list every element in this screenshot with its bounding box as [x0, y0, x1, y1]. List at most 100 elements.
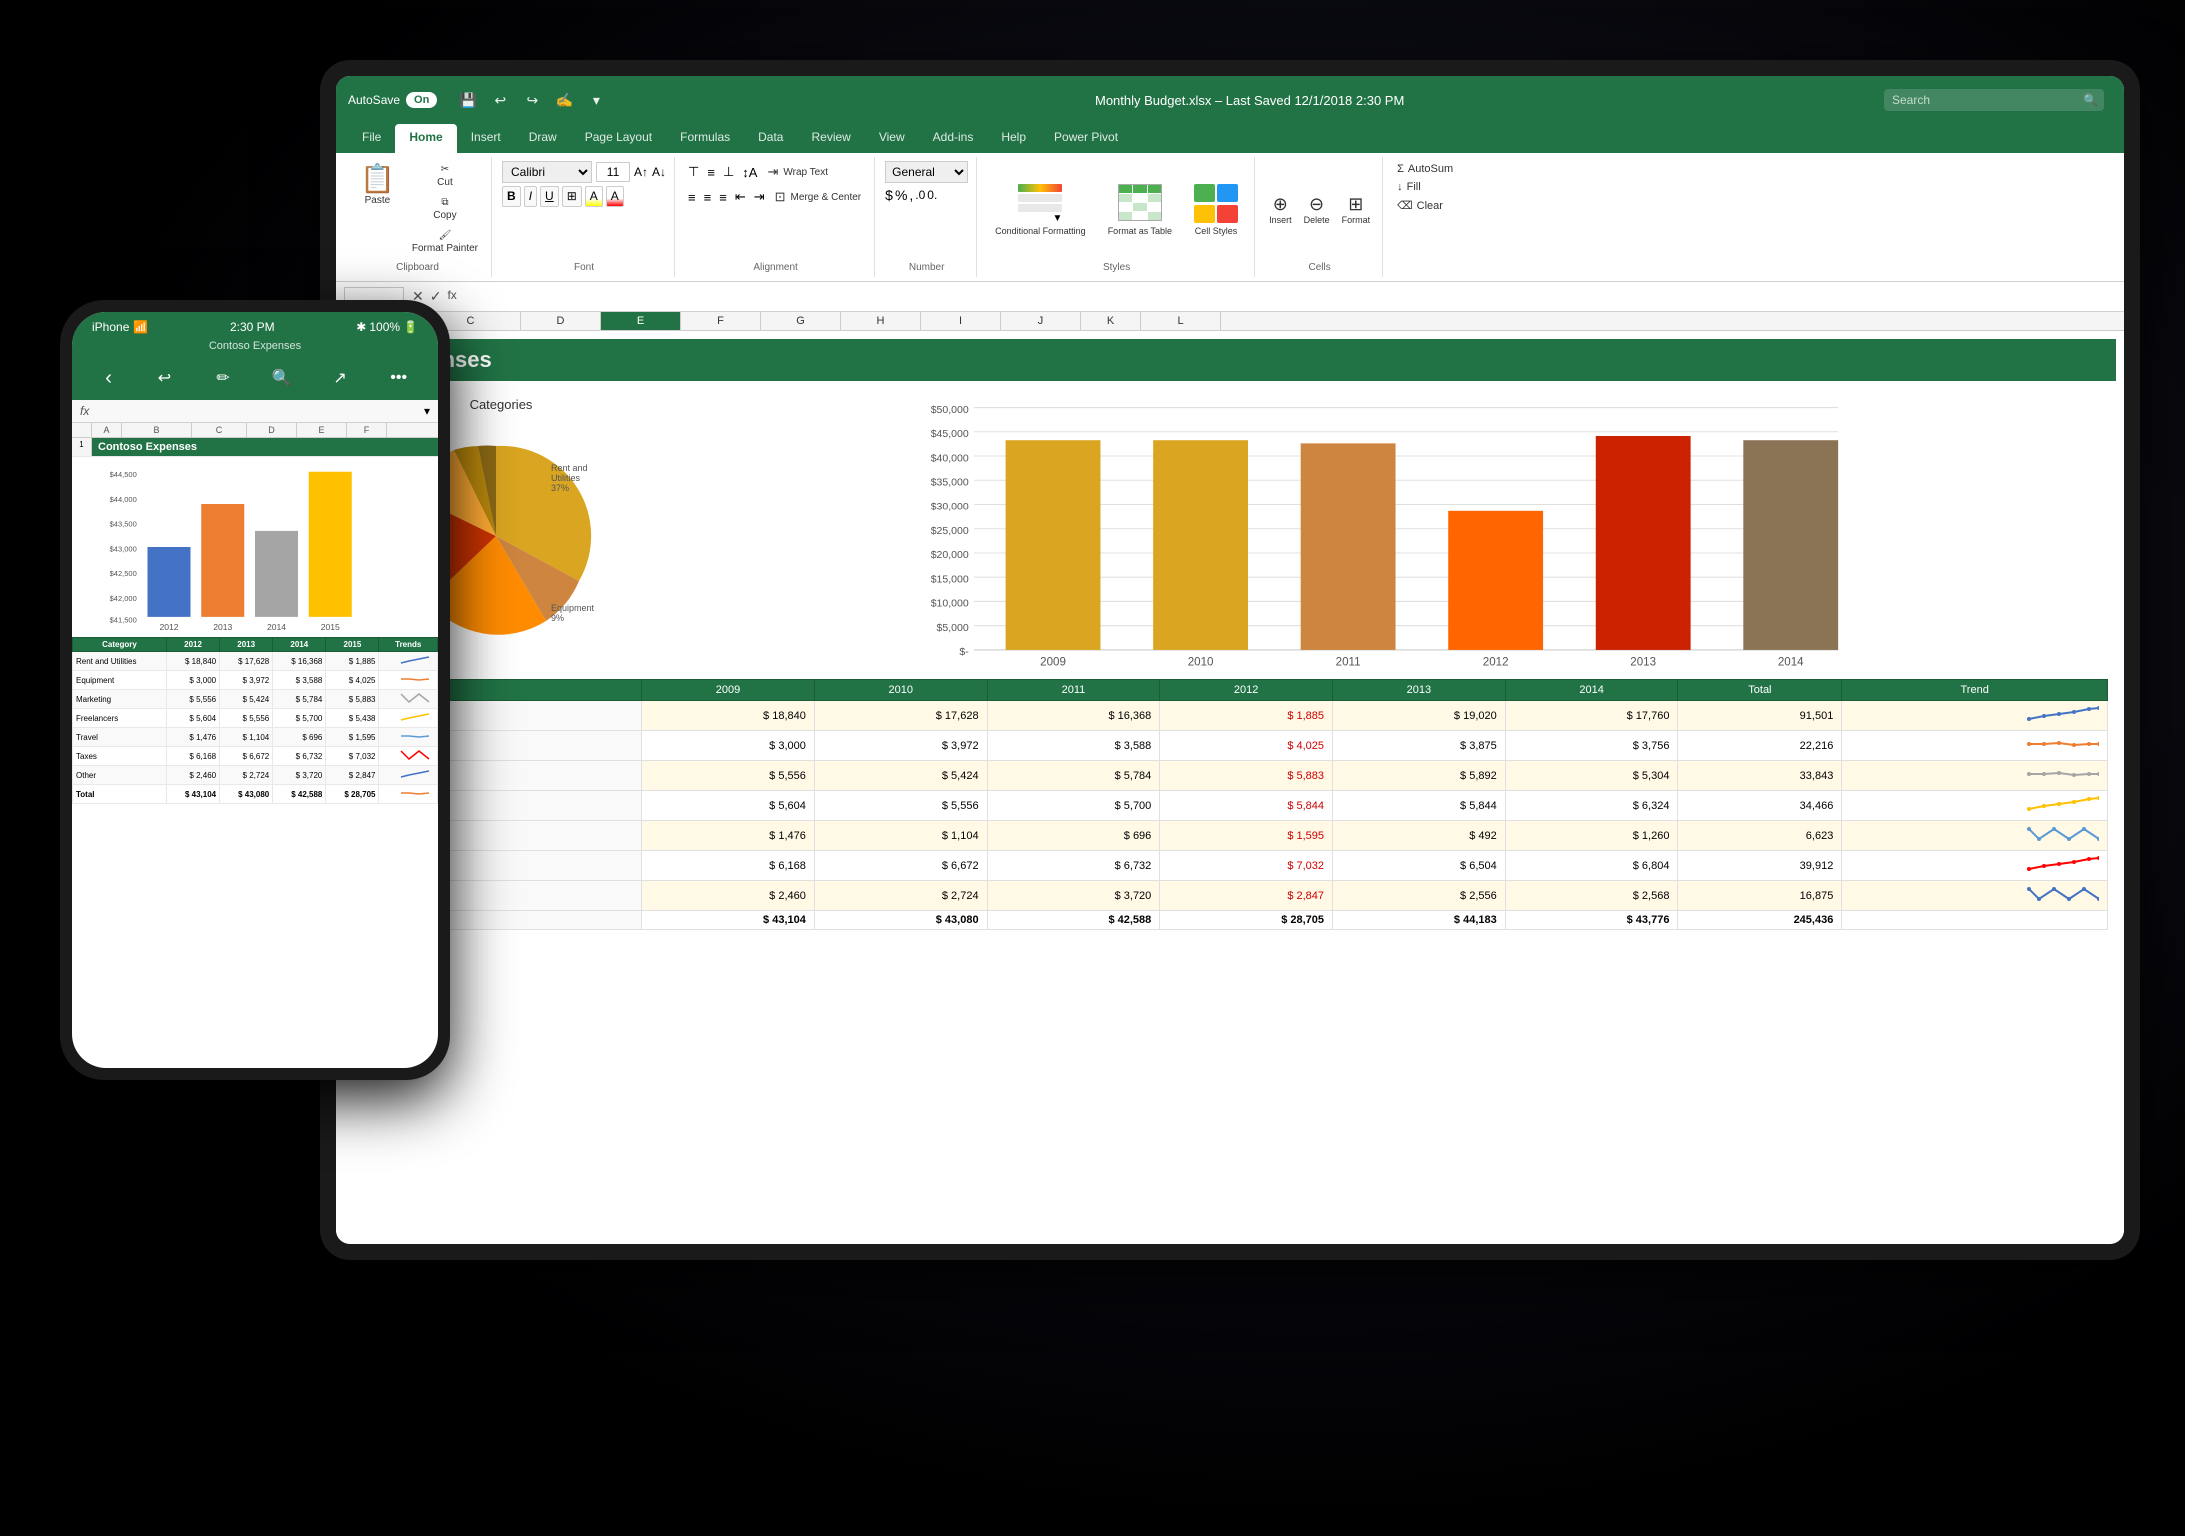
- phone-cell-val: $ 2,724: [220, 766, 273, 785]
- fill-color-button[interactable]: A: [585, 186, 603, 207]
- tab-view[interactable]: View: [865, 124, 919, 153]
- phone-cell-val: $ 1,885: [326, 652, 379, 671]
- format-cells-button[interactable]: ⊞ Format: [1338, 192, 1375, 227]
- th-2010: 2010: [814, 680, 987, 701]
- align-right-button[interactable]: ≡: [716, 188, 730, 207]
- tab-review[interactable]: Review: [797, 124, 864, 153]
- col-f[interactable]: F: [681, 312, 761, 330]
- clear-button[interactable]: ⌫ Clear: [1393, 197, 1457, 214]
- phone-back-button[interactable]: ‹: [95, 367, 122, 390]
- format-painter-button[interactable]: 🖌 Format Painter: [407, 227, 483, 258]
- fill-button[interactable]: ↓ Fill: [1393, 179, 1457, 195]
- decrease-indent-button[interactable]: ⇤: [732, 187, 749, 207]
- format-as-table-button[interactable]: Format as Table: [1100, 180, 1180, 240]
- table-cell-value: $ 6,804: [1505, 851, 1678, 881]
- copy-button[interactable]: ⧉ Copy: [407, 194, 483, 225]
- phone-toolbar: ‹ ↩ ✏ 🔍 ↗ •••: [72, 356, 438, 400]
- cut-button[interactable]: ✂ Cut: [407, 161, 483, 192]
- col-i[interactable]: I: [921, 312, 1001, 330]
- increase-indent-button[interactable]: ⇥: [751, 187, 768, 207]
- save-icon[interactable]: 💾: [457, 89, 479, 111]
- phone-formula-input[interactable]: [95, 405, 418, 417]
- search-input[interactable]: [1884, 89, 2104, 111]
- percent-button[interactable]: %: [895, 187, 907, 203]
- touch-icon[interactable]: ✍: [553, 89, 575, 111]
- italic-button[interactable]: I: [524, 186, 537, 207]
- col-h[interactable]: H: [841, 312, 921, 330]
- tab-addins[interactable]: Add-ins: [919, 124, 988, 153]
- insert-cells-button[interactable]: ⊕ Insert: [1265, 192, 1296, 227]
- col-e[interactable]: E: [601, 312, 681, 330]
- phone-formula-expand[interactable]: ▾: [424, 404, 430, 418]
- bold-button[interactable]: B: [502, 186, 521, 207]
- align-middle-button[interactable]: ≡: [704, 163, 718, 182]
- expense-table-body: Rent and Utilities$ 18,840$ 17,628$ 16,3…: [353, 701, 2108, 930]
- align-bottom-button[interactable]: ⊥: [720, 162, 737, 182]
- delete-cells-button[interactable]: ⊖ Delete: [1300, 192, 1334, 227]
- table-cell-trend: [1842, 791, 2108, 821]
- copy-label: Copy: [433, 210, 456, 222]
- phone-col-f[interactable]: F: [347, 423, 387, 437]
- conditional-formatting-button[interactable]: ▼ Conditional Formatting: [987, 180, 1094, 240]
- decrease-decimal-button[interactable]: .0: [915, 188, 925, 202]
- comma-button[interactable]: ,: [909, 187, 913, 203]
- tab-help[interactable]: Help: [987, 124, 1040, 153]
- redo-icon[interactable]: ↪: [521, 89, 543, 111]
- cell-styles-button[interactable]: Cell Styles: [1186, 180, 1246, 240]
- tab-page-layout[interactable]: Page Layout: [571, 124, 666, 153]
- phone-col-c[interactable]: C: [192, 423, 247, 437]
- phone-pen-button[interactable]: ✏: [207, 362, 239, 394]
- customize-icon[interactable]: ▾: [585, 89, 607, 111]
- tab-formulas[interactable]: Formulas: [666, 124, 744, 153]
- table-cell-value: $ 43,776: [1505, 911, 1678, 930]
- phone-more-button[interactable]: •••: [383, 362, 415, 394]
- th-total: Total: [1678, 680, 1842, 701]
- phone-cell-val: $ 43,080: [220, 785, 273, 804]
- phone-col-d[interactable]: D: [247, 423, 297, 437]
- align-left-button[interactable]: ≡: [685, 188, 699, 207]
- phone-share-button[interactable]: ↗: [324, 362, 356, 394]
- tab-file[interactable]: File: [348, 124, 395, 153]
- phone-search-button[interactable]: 🔍: [266, 362, 298, 394]
- borders-button[interactable]: ⊞: [562, 186, 582, 207]
- col-g[interactable]: G: [761, 312, 841, 330]
- align-center-button[interactable]: ≡: [701, 188, 715, 207]
- col-l[interactable]: L: [1141, 312, 1221, 330]
- merge-center-button[interactable]: ⊡ Merge & Center: [770, 186, 867, 208]
- wrap-text-button[interactable]: ⇥ Wrap Text: [762, 161, 842, 183]
- formula-input[interactable]: [465, 289, 2116, 304]
- underline-button[interactable]: U: [540, 186, 559, 207]
- font-size-decrease[interactable]: A↓: [652, 165, 666, 179]
- th-2012: 2012: [1160, 680, 1333, 701]
- font-size-input[interactable]: [596, 162, 630, 182]
- phone-undo-button[interactable]: ↩: [148, 362, 180, 394]
- tab-home[interactable]: Home: [395, 124, 456, 153]
- x-label-2012: 2012: [1483, 657, 1509, 669]
- col-k[interactable]: K: [1081, 312, 1141, 330]
- font-name-select[interactable]: Calibri: [502, 161, 592, 183]
- font-color-button[interactable]: A: [606, 186, 624, 207]
- tab-insert[interactable]: Insert: [457, 124, 515, 153]
- undo-icon[interactable]: ↩: [489, 89, 511, 111]
- bar-2009: [1006, 440, 1101, 650]
- phone-col-e[interactable]: E: [297, 423, 347, 437]
- tab-data[interactable]: Data: [744, 124, 797, 153]
- col-j[interactable]: J: [1001, 312, 1081, 330]
- paste-button[interactable]: 📋 Paste: [352, 161, 403, 258]
- number-format-select[interactable]: General: [885, 161, 968, 183]
- text-direction-button[interactable]: ↕A: [739, 163, 760, 182]
- autosave-toggle[interactable]: On: [406, 92, 437, 108]
- col-d[interactable]: D: [521, 312, 601, 330]
- tab-power-pivot[interactable]: Power Pivot: [1040, 124, 1132, 153]
- phone-col-a[interactable]: A: [92, 423, 122, 437]
- confirm-formula-icon[interactable]: ✓: [430, 288, 442, 305]
- table-cell-trend: [1842, 911, 2108, 930]
- align-top-button[interactable]: ⊤: [685, 162, 702, 182]
- tab-draw[interactable]: Draw: [515, 124, 571, 153]
- increase-decimal-button[interactable]: 0.: [927, 188, 937, 202]
- currency-button[interactable]: $: [885, 187, 893, 203]
- autosum-button[interactable]: Σ AutoSum: [1393, 161, 1457, 177]
- insert-function-icon[interactable]: fx: [447, 288, 456, 305]
- font-size-increase[interactable]: A↑: [634, 165, 648, 179]
- phone-col-b[interactable]: B: [122, 423, 192, 437]
